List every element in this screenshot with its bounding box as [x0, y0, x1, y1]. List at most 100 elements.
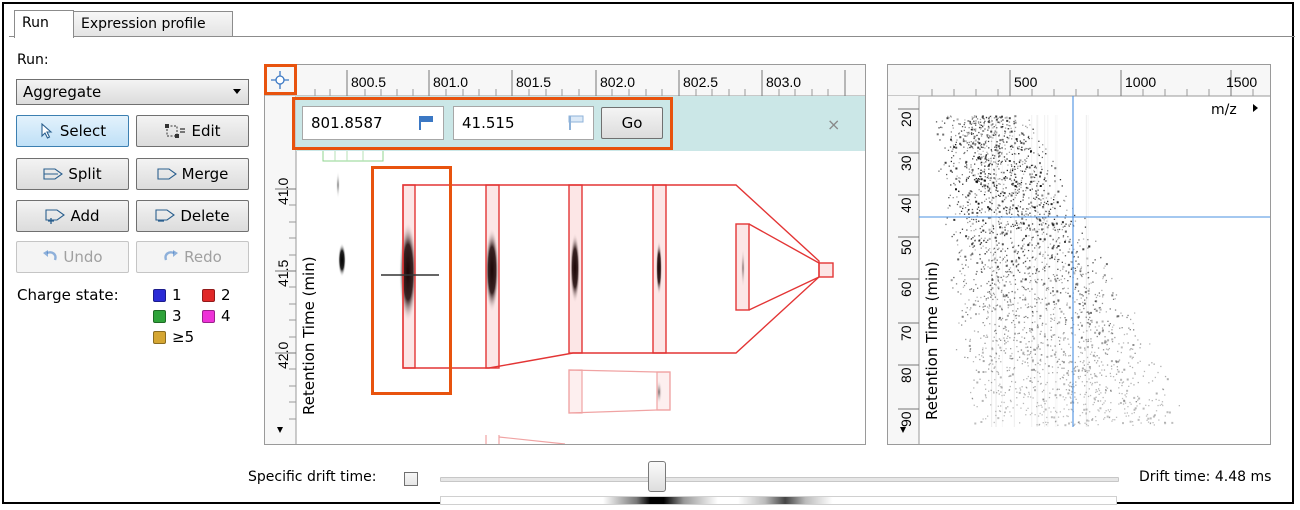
select-button[interactable]: Select [16, 115, 129, 147]
density-point [1008, 312, 1010, 315]
tab-run[interactable]: Run [14, 10, 74, 38]
density-point [1114, 379, 1116, 381]
density-point [1151, 362, 1153, 364]
density-point [1029, 260, 1031, 262]
density-point [1077, 317, 1080, 319]
density-point [1119, 382, 1121, 384]
density-point [1006, 275, 1009, 278]
charge-state-3[interactable]: 3 [153, 307, 182, 325]
density-point [1088, 276, 1090, 279]
run-label: Run: [17, 52, 49, 68]
density-point [1011, 172, 1013, 174]
charge-state-5plus[interactable]: ≥5 [153, 328, 194, 346]
density-point [1007, 274, 1010, 276]
goto-close-icon[interactable]: × [827, 115, 840, 134]
density-point [978, 139, 980, 141]
density-point [979, 378, 981, 380]
density-point [1026, 387, 1028, 389]
density-point [1095, 391, 1097, 393]
density-point [1039, 171, 1042, 174]
density-point [1011, 192, 1013, 194]
density-point [999, 226, 1002, 229]
density-point [1019, 356, 1021, 358]
density-point [1107, 320, 1109, 322]
density-point [1003, 415, 1005, 417]
density-point [1014, 115, 1017, 118]
density-point [990, 251, 992, 254]
density-point [1039, 185, 1042, 187]
density-point [1116, 360, 1118, 363]
charge-state-2[interactable]: 2 [202, 286, 231, 304]
density-point [1132, 322, 1134, 325]
density-point [1045, 197, 1047, 199]
density-point [988, 304, 990, 306]
density-point [1043, 201, 1046, 203]
density-point [1002, 200, 1004, 203]
density-point [965, 178, 968, 180]
specific-drift-time-checkbox[interactable] [404, 472, 418, 486]
density-point [994, 236, 997, 239]
density-point [998, 385, 1000, 387]
density-point [977, 331, 979, 333]
density-point [1027, 365, 1029, 367]
density-point [1132, 348, 1134, 350]
density-point [983, 194, 986, 196]
density-point [971, 222, 974, 225]
density-point [973, 289, 975, 291]
drift-time-slider-thumb[interactable] [648, 461, 666, 492]
density-point [1010, 144, 1013, 147]
density-point [1088, 293, 1090, 295]
density-point [993, 173, 995, 175]
density-point [980, 182, 982, 184]
density-point [1033, 348, 1036, 351]
redo-button[interactable]: Redo [136, 241, 249, 273]
tab-expression-profile[interactable]: Expression profile [73, 11, 233, 37]
density-point [1092, 403, 1094, 406]
overview-plot-panel[interactable]: 500 1000 1500 m/z 20 30 40 50 60 70 80 9… [887, 64, 1271, 445]
density-point [1145, 415, 1148, 417]
run-dropdown[interactable]: Aggregate [16, 79, 249, 105]
density-point [979, 126, 981, 129]
edit-button[interactable]: Edit [136, 115, 249, 147]
density-point [1013, 339, 1015, 341]
density-point [950, 131, 952, 133]
density-point [995, 332, 997, 335]
density-point [1007, 195, 1009, 197]
density-point [970, 166, 972, 168]
density-point [1075, 270, 1077, 272]
density-point [1158, 419, 1160, 421]
density-point [1022, 124, 1024, 126]
density-point [1161, 401, 1164, 403]
density-point [994, 366, 996, 368]
density-point [1024, 162, 1026, 164]
density-point [1017, 288, 1019, 291]
density-point [1013, 162, 1016, 164]
density-point [978, 313, 980, 315]
split-button[interactable]: Split [16, 158, 129, 190]
density-point [1105, 279, 1107, 282]
undo-button[interactable]: Undo [16, 241, 129, 273]
xaxis-expand-icon[interactable] [1253, 104, 1258, 112]
density-point [983, 168, 986, 170]
density-point [1039, 238, 1042, 241]
delete-button[interactable]: Delete [136, 200, 249, 232]
add-button[interactable]: Add [16, 200, 129, 232]
charge-state-1[interactable]: 1 [153, 286, 182, 304]
density-point [1003, 350, 1005, 352]
density-point [963, 213, 966, 215]
density-point [1001, 179, 1003, 181]
density-point [1114, 298, 1116, 300]
density-point [1052, 246, 1054, 248]
density-point [993, 134, 995, 136]
density-point [980, 144, 982, 147]
density-point [964, 165, 966, 168]
drift-time-slider-track[interactable] [440, 477, 1119, 482]
density-point [984, 173, 986, 175]
density-point [1120, 312, 1122, 314]
density-point [979, 253, 981, 256]
density-point [1027, 187, 1029, 189]
density-point [991, 230, 993, 232]
density-point [1030, 331, 1032, 333]
merge-button[interactable]: Merge [136, 158, 249, 190]
charge-state-4[interactable]: 4 [202, 307, 231, 325]
